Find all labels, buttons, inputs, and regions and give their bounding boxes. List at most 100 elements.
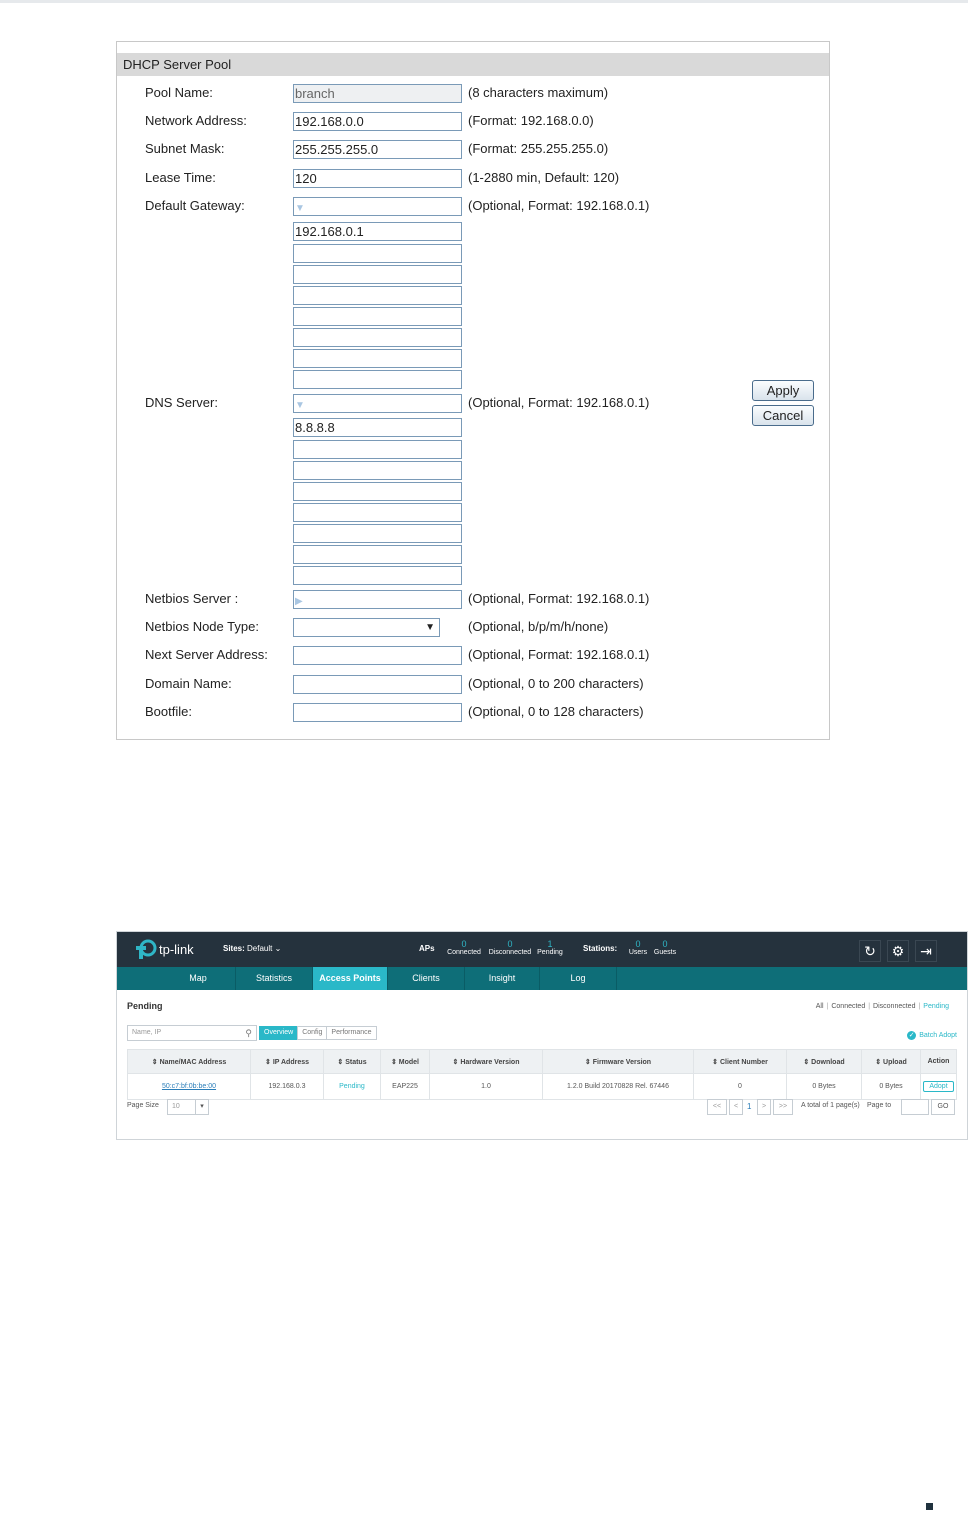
next-server-address-input[interactable] — [293, 646, 462, 665]
next-server-address-hint: (Optional, Format: 192.168.0.1) — [468, 647, 650, 662]
dns-input-4[interactable] — [293, 482, 462, 501]
site-selector[interactable]: Sites: Default ⌄ — [223, 944, 281, 953]
dns-server-collapse-input[interactable]: ▼ — [293, 394, 462, 413]
dns-input-6[interactable] — [293, 524, 462, 543]
lease-time-label: Lease Time: — [145, 170, 216, 185]
main-nav: Map Statistics Access Points Clients Ins… — [117, 967, 967, 990]
search-input[interactable]: Name, IP ⚲ — [127, 1025, 257, 1041]
network-address-input[interactable]: 192.168.0.0 — [293, 112, 462, 131]
dns-input-5[interactable] — [293, 503, 462, 522]
dropdown-arrow-icon[interactable]: ▼ — [425, 619, 435, 636]
gateway-input-6[interactable] — [293, 328, 462, 347]
pager-last-button[interactable]: >> — [773, 1099, 793, 1115]
page-size-value: 10 — [172, 1103, 180, 1110]
triangle-right-icon[interactable]: ▶ — [295, 596, 303, 607]
triangle-down-icon[interactable]: ▼ — [295, 400, 305, 411]
page-to-input[interactable] — [901, 1099, 929, 1115]
nav-clients[interactable]: Clients — [388, 967, 465, 990]
dns-input-2[interactable] — [293, 440, 462, 459]
filter-connected[interactable]: Connected — [831, 1003, 865, 1010]
subnet-mask-input[interactable]: 255.255.255.0 — [293, 140, 462, 159]
tab-performance[interactable]: Performance — [326, 1026, 377, 1040]
gateway-input-1[interactable]: 192.168.0.1 — [293, 222, 462, 241]
chevron-down-icon[interactable]: ▾ — [195, 1100, 208, 1114]
column-header[interactable]: ⇕ Download — [786, 1049, 862, 1074]
nav-map[interactable]: Map — [161, 967, 236, 990]
filter-pending[interactable]: Pending — [923, 1003, 949, 1010]
column-header[interactable]: ⇕ Name/MAC Address — [127, 1049, 251, 1074]
cancel-button[interactable]: Cancel — [752, 405, 814, 426]
nav-insight[interactable]: Insight — [465, 967, 540, 990]
gateway-input-5[interactable] — [293, 307, 462, 326]
aps-connected-stat[interactable]: 0 Connected — [447, 939, 481, 956]
pool-name-input[interactable]: branch — [293, 84, 462, 103]
adopt-button[interactable]: Adopt — [923, 1081, 954, 1092]
nav-statistics[interactable]: Statistics — [236, 967, 313, 990]
tp-link-logo-icon — [136, 939, 157, 959]
gateway-input-2[interactable] — [293, 244, 462, 263]
top-bar: tp-link Sites: Default ⌄ APs 0 Connected … — [117, 932, 967, 967]
pager-next-button[interactable]: > — [757, 1099, 771, 1115]
stations-users-count: 0 — [635, 939, 641, 949]
default-gateway-collapse-input[interactable]: ▼ — [293, 197, 462, 216]
stations-users-stat[interactable]: 0 Users — [627, 939, 649, 956]
ap-ip: 192.168.0.3 — [250, 1073, 324, 1100]
netbios-node-type-select[interactable]: ▼ — [293, 618, 440, 637]
netbios-server-collapse-input[interactable]: ▶ — [293, 590, 462, 609]
stations-guests-stat[interactable]: 0 Guests — [653, 939, 677, 956]
nav-access-points[interactable]: Access Points — [313, 967, 388, 990]
tab-overview[interactable]: Overview — [259, 1026, 299, 1040]
search-icon[interactable]: ⚲ — [245, 1026, 252, 1040]
stations-guests-count: 0 — [662, 939, 668, 949]
subnet-mask-label: Subnet Mask: — [145, 141, 225, 156]
chevron-down-icon[interactable]: ⌄ — [275, 944, 282, 953]
domain-name-input[interactable] — [293, 675, 462, 694]
gear-icon[interactable]: ⚙ — [887, 940, 909, 962]
lease-time-input[interactable]: 120 — [293, 169, 462, 188]
netbios-server-label: Netbios Server : — [145, 591, 239, 606]
column-header[interactable]: ⇕ IP Address — [250, 1049, 324, 1074]
triangle-down-icon[interactable]: ▼ — [295, 203, 305, 214]
aps-disconnected-stat[interactable]: 0 Disconnected — [487, 939, 533, 956]
column-header[interactable]: ⇕ Firmware Version — [542, 1049, 694, 1074]
pager-prev-button[interactable]: < — [729, 1099, 743, 1115]
network-address-hint: (Format: 192.168.0.0) — [468, 113, 594, 128]
gateway-input-8[interactable] — [293, 370, 462, 389]
tab-config[interactable]: Config — [297, 1026, 328, 1040]
column-header[interactable]: ⇕ Client Number — [693, 1049, 787, 1074]
nav-log[interactable]: Log — [540, 967, 617, 990]
aps-pending-stat[interactable]: 1 Pending — [537, 939, 563, 956]
logout-icon[interactable]: ⇥ — [915, 940, 937, 962]
lease-time-hint: (1-2880 min, Default: 120) — [468, 170, 620, 185]
aps-label: APs — [419, 944, 435, 953]
default-gateway-label: Default Gateway: — [145, 198, 245, 213]
column-header[interactable]: ⇕ Model — [380, 1049, 430, 1074]
gateway-input-4[interactable] — [293, 286, 462, 305]
top-rule — [0, 0, 968, 3]
aps-connected-label: Connected — [447, 949, 481, 956]
batch-adopt-button[interactable]: ✓ Batch Adopt — [907, 1031, 957, 1040]
dns-input-3[interactable] — [293, 461, 462, 480]
pager-first-button[interactable]: << — [707, 1099, 727, 1115]
go-button[interactable]: GO — [931, 1099, 955, 1115]
netbios-node-type-hint: (Optional, b/p/m/h/none) — [468, 619, 609, 634]
dns-input-1[interactable]: 8.8.8.8 — [293, 418, 462, 437]
next-server-address-label: Next Server Address: — [145, 647, 268, 662]
view-tabs: Overview Config Performance — [259, 1026, 377, 1040]
column-header[interactable]: ⇕ Upload — [861, 1049, 921, 1074]
gateway-input-7[interactable] — [293, 349, 462, 368]
apply-button[interactable]: Apply — [752, 380, 814, 401]
ap-upload: 0 Bytes — [861, 1073, 921, 1100]
dns-input-8[interactable] — [293, 566, 462, 585]
filter-disconnected[interactable]: Disconnected — [873, 1003, 915, 1010]
page-size-select[interactable]: 10 ▾ — [167, 1099, 209, 1115]
filter-all[interactable]: All — [816, 1003, 824, 1010]
refresh-icon[interactable]: ↻ — [859, 940, 881, 962]
ap-name-link[interactable]: 50:c7:bf:0b:be:00 — [162, 1083, 216, 1090]
column-header[interactable]: ⇕ Status — [323, 1049, 381, 1074]
bootfile-input[interactable] — [293, 703, 462, 722]
gateway-input-3[interactable] — [293, 265, 462, 284]
dns-input-7[interactable] — [293, 545, 462, 564]
column-header[interactable]: ⇕ Hardware Version — [429, 1049, 543, 1074]
dhcp-server-pool-panel: DHCP Server Pool Pool Name: branch (8 ch… — [116, 41, 830, 740]
